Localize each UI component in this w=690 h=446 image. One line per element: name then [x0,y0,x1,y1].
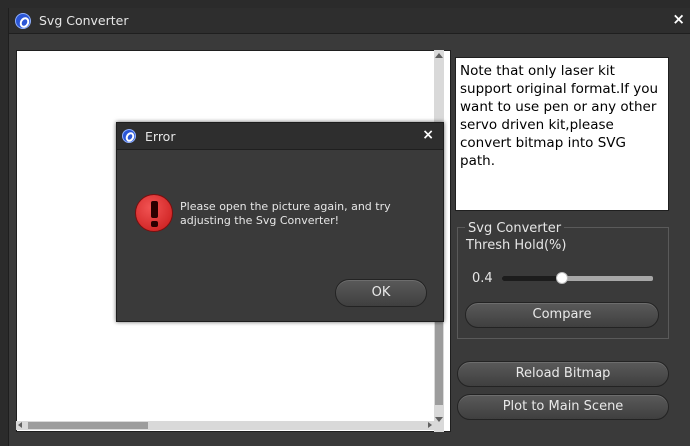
dialog-title: Error [145,129,176,144]
error-message: Please open the picture again, and try a… [180,200,391,227]
plot-to-main-scene-button[interactable]: Plot to Main Scene [457,394,669,420]
threshold-slider-fill [502,276,562,281]
error-icon [135,194,173,232]
compare-button[interactable]: Compare [465,302,659,328]
dialog-titlebar[interactable]: Error × [117,123,443,150]
app-logo-icon [15,13,31,29]
scroll-left-arrow-icon[interactable] [18,422,22,428]
scroll-up-arrow-icon[interactable] [435,53,443,58]
horizontal-scrollbar[interactable] [16,421,434,430]
threshold-slider[interactable] [502,276,653,281]
scroll-down-arrow-icon[interactable] [435,417,443,422]
window-titlebar[interactable]: Svg Converter × [9,8,690,34]
groupbox-title: Svg Converter [465,221,565,236]
error-dialog: Error × Please open the picture again, a… [116,122,444,322]
horizontal-scroll-thumb[interactable] [28,422,148,429]
ok-button[interactable]: OK [335,279,427,307]
window-close-icon[interactable]: × [672,10,685,28]
threshold-slider-handle[interactable] [556,272,568,284]
threshold-value: 0.4 [472,271,493,286]
error-icon-dot [151,221,158,227]
reload-bitmap-button[interactable]: Reload Bitmap [457,361,669,387]
dialog-logo-icon [122,129,136,143]
dialog-close-icon[interactable]: × [422,127,434,143]
scroll-right-arrow-icon[interactable] [428,422,432,428]
threshold-label: Thresh Hold(%) [466,238,567,253]
note-text-box: Note that only laser kit support origina… [455,57,669,211]
window-title: Svg Converter [39,13,129,28]
error-icon-bar [151,201,158,218]
